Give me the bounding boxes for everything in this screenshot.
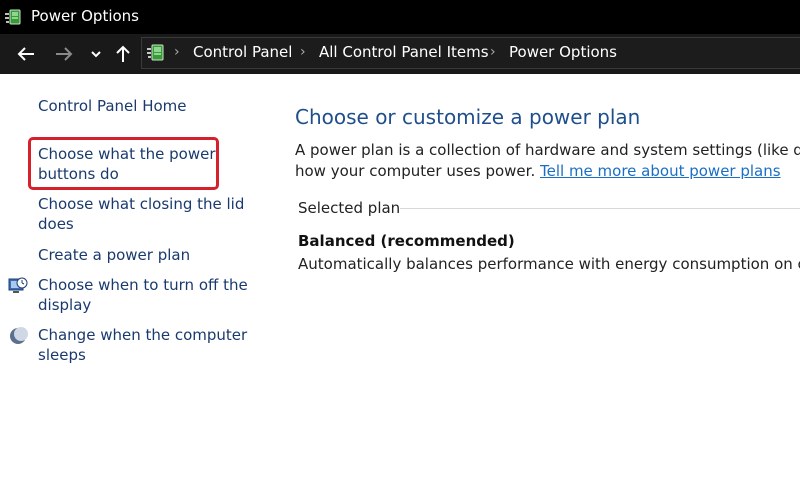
forward-button[interactable] [52, 42, 76, 66]
sidebar-link-label: Change when the computer [38, 326, 248, 344]
sidebar-link-label: Choose when to turn off the [38, 276, 248, 294]
sidebar-link-label: display [38, 296, 92, 314]
arrow-left-icon [17, 47, 34, 61]
sidebar-link-label: sleeps [38, 346, 86, 364]
main-content: Choose or customize a power plan A power… [280, 74, 800, 500]
description-line: how your computer uses power. Tell me mo… [295, 161, 800, 182]
breadcrumb-separator-icon[interactable]: › [174, 44, 180, 60]
learn-more-link[interactable]: Tell me more about power plans [540, 162, 781, 180]
page-title: Choose or customize a power plan [295, 105, 641, 129]
sidebar-link-label: Choose what the power [38, 145, 216, 163]
moon-icon [8, 326, 28, 346]
display-clock-icon [8, 276, 28, 296]
sidebar-link-turn-off-display[interactable]: Choose when to turn off the display [38, 275, 248, 315]
breadcrumb-all-items[interactable]: All Control Panel Items [319, 43, 489, 61]
description-text: how your computer uses power. [295, 162, 536, 180]
sidebar-link-label: Control Panel Home [38, 97, 187, 115]
recent-pages-button[interactable] [84, 42, 101, 66]
chevron-down-icon [91, 51, 101, 58]
breadcrumb-power-options[interactable]: Power Options [509, 43, 617, 61]
sidebar-link-label: Choose what closing the lid [38, 195, 245, 213]
sidebar: Control Panel Home Choose what the power… [0, 74, 260, 500]
sidebar-link-label: does [38, 215, 74, 233]
plan-name: Balanced (recommended) [298, 232, 515, 250]
sidebar-link-label: buttons do [38, 165, 119, 183]
sidebar-link-home[interactable]: Control Panel Home [38, 96, 187, 116]
breadcrumb-separator-icon[interactable]: › [490, 44, 496, 60]
sidebar-link-closing-lid[interactable]: Choose what closing the lid does [38, 194, 244, 234]
power-options-icon [4, 6, 26, 28]
group-divider [400, 208, 800, 209]
breadcrumb-control-panel[interactable]: Control Panel [193, 43, 292, 61]
description-line: A power plan is a collection of hardware… [295, 141, 800, 159]
arrow-up-icon [116, 45, 130, 62]
up-button[interactable] [111, 42, 135, 66]
plan-description: Automatically balances performance with … [298, 255, 800, 273]
title-bar: Power Options [0, 0, 800, 34]
page-description: A power plan is a collection of hardware… [295, 140, 800, 182]
control-panel-icon [146, 42, 168, 64]
back-button[interactable] [14, 42, 38, 66]
arrow-right-icon [56, 47, 73, 61]
selected-plan-label: Selected plan [298, 199, 401, 217]
sidebar-link-label: Create a power plan [38, 246, 191, 264]
sidebar-link-computer-sleeps[interactable]: Change when the computer sleeps [38, 325, 247, 365]
address-bar[interactable]: › Control Panel › All Control Panel Item… [141, 37, 800, 69]
breadcrumb-separator-icon[interactable]: › [300, 44, 306, 60]
window-title: Power Options [31, 7, 139, 25]
sidebar-link-create-plan[interactable]: Create a power plan [38, 245, 190, 265]
sidebar-link-power-buttons[interactable]: Choose what the power buttons do [38, 144, 216, 184]
